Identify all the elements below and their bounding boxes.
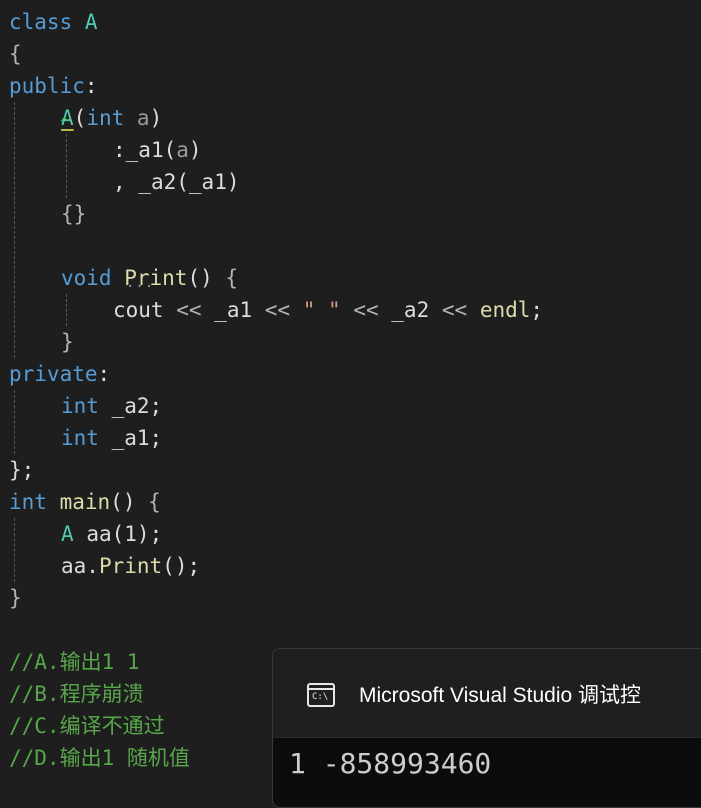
method-call: Print: [98, 554, 163, 578]
dot: .: [86, 554, 99, 578]
console-app-icon: C:\: [307, 683, 335, 707]
keyword-class: class: [9, 10, 73, 34]
code-line-2: {: [9, 38, 22, 70]
var-aa: aa: [61, 554, 87, 578]
code-line-1: class A: [9, 6, 98, 38]
code-line-19: }: [9, 582, 22, 614]
class-end: };: [9, 458, 35, 482]
arg: a: [176, 138, 189, 162]
parens: (): [187, 266, 213, 290]
comment-option-c: //C.编译不通过: [9, 714, 165, 738]
member-a1: _a1: [125, 138, 164, 162]
code-line-15: };: [9, 454, 34, 486]
comment-option-a: //A.输出1 1: [9, 650, 140, 674]
member-type: int: [61, 426, 99, 450]
comment-option-b: //B.程序崩溃: [9, 682, 144, 706]
indent-guide: [66, 294, 67, 326]
code-line-12: private:: [9, 358, 110, 390]
caret-marker: ^: [60, 116, 69, 132]
indent-guide: [14, 102, 15, 358]
access-private: private: [9, 362, 98, 386]
paren: ): [136, 522, 150, 546]
member-type: int: [61, 394, 99, 418]
code-line-13: int _a2;: [61, 390, 162, 422]
paren: ): [188, 138, 202, 162]
indent-guide: [14, 390, 15, 454]
open-brace: {: [225, 266, 239, 290]
close-brace: }: [61, 330, 74, 354]
code-line-4: A(int a): [61, 102, 162, 134]
debug-console-window[interactable]: C:\ Microsoft Visual Studio 调试控 1 -85899…: [272, 648, 701, 808]
paren: (: [111, 522, 125, 546]
console-icon-label: C:\: [312, 692, 329, 702]
parens: (): [162, 554, 188, 578]
member-a2-decl: _a2: [111, 394, 150, 418]
member-a2: _a2: [138, 170, 177, 194]
console-title: Microsoft Visual Studio 调试控: [359, 684, 642, 707]
paren: ): [226, 170, 240, 194]
member-a1-decl: _a1: [111, 426, 150, 450]
comma: ,: [113, 170, 126, 194]
code-line-3: public:: [9, 70, 98, 102]
operator: <<: [264, 298, 291, 322]
class-name: A: [84, 10, 98, 34]
paren: (: [163, 138, 177, 162]
colon: :: [84, 74, 98, 98]
code-line-11: }: [61, 326, 74, 358]
semicolon: ;: [149, 522, 163, 546]
parens: (): [110, 490, 136, 514]
class-ref: A: [61, 522, 74, 546]
indent-guide: [14, 518, 15, 582]
semicolon: ;: [530, 298, 544, 322]
paren: (: [73, 106, 87, 130]
open-brace: {: [9, 42, 22, 66]
close-brace: }: [9, 586, 22, 610]
code-line-7: {}: [61, 198, 86, 230]
code-line-5: :_a1(a): [113, 134, 202, 166]
access-public: public: [9, 74, 85, 98]
param-name: a: [136, 106, 150, 130]
indent-guide: [66, 134, 67, 198]
empty-body: {}: [61, 202, 87, 226]
semicolon: ;: [187, 554, 201, 578]
code-line-14: int _a1;: [61, 422, 162, 454]
number-literal: 1: [124, 522, 137, 546]
paren: ): [149, 106, 163, 130]
code-line-16: int main() {: [9, 486, 161, 518]
console-titlebar[interactable]: C:\ Microsoft Visual Studio 调试控: [273, 649, 701, 738]
member-a1: _a1: [214, 298, 253, 322]
operator: <<: [176, 298, 202, 322]
code-line-10: cout << _a1 << " " << _a2 << endl;: [113, 294, 543, 326]
string-literal: " ": [302, 298, 341, 322]
operator: <<: [441, 298, 468, 322]
param-type: int: [86, 106, 125, 130]
main-function: main: [59, 490, 111, 514]
return-type: int: [9, 490, 47, 514]
colon: :: [97, 362, 111, 386]
colon: :: [113, 138, 126, 162]
return-type: void: [61, 266, 112, 290]
member-a2: _a2: [391, 298, 430, 322]
operator: <<: [353, 298, 379, 322]
code-line-18: aa.Print();: [61, 550, 200, 582]
var-aa: aa: [86, 522, 112, 546]
open-brace: {: [148, 490, 161, 514]
code-line-6: , _a2(_a1): [113, 166, 240, 198]
console-output: 1 -858993460: [289, 747, 492, 780]
arg: _a1: [188, 170, 227, 194]
paren: (: [176, 170, 189, 194]
semicolon: ;: [149, 394, 163, 418]
hint-dots: ···: [126, 279, 155, 295]
code-line-17: A aa(1);: [61, 518, 162, 550]
endl: endl: [479, 298, 531, 322]
comment-option-d: //D.输出1 随机值: [9, 746, 190, 770]
semicolon: ;: [149, 426, 163, 450]
cout: cout: [113, 298, 164, 322]
